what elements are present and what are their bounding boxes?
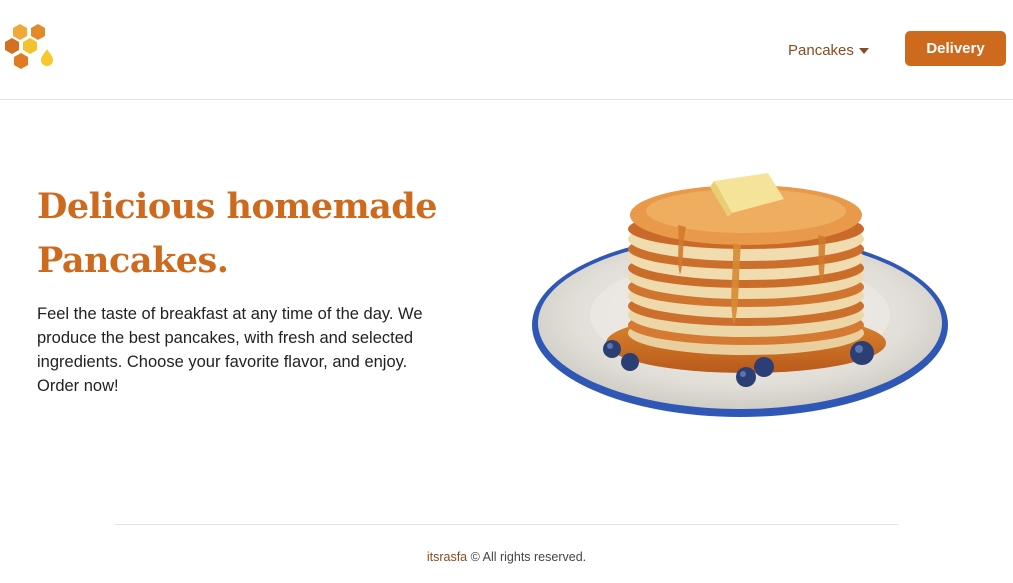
- pancakes-dropdown-label: Pancakes: [788, 41, 854, 59]
- hero-title: Delicious homemade Pancakes.: [37, 180, 457, 288]
- pancakes-dropdown[interactable]: Pancakes: [788, 39, 869, 61]
- site-header: Pancakes Delivery: [0, 0, 1013, 100]
- pancake-stack-illustration: [532, 173, 948, 417]
- copyright-text: © All rights reserved.: [470, 550, 587, 564]
- honeycomb-logo-icon[interactable]: [4, 22, 60, 76]
- hero-title-line2: Pancakes.: [37, 240, 229, 281]
- caret-down-icon: [858, 47, 869, 54]
- hero-description: Feel the taste of breakfast at any time …: [37, 305, 423, 395]
- hero-title-line1: Delicious homemade: [37, 186, 438, 227]
- footer-divider: [115, 524, 898, 525]
- delivery-button[interactable]: Delivery: [905, 31, 1006, 66]
- author-link[interactable]: itsrasfa: [427, 550, 467, 564]
- site-footer: itsrasfa © All rights reserved.: [0, 550, 1013, 564]
